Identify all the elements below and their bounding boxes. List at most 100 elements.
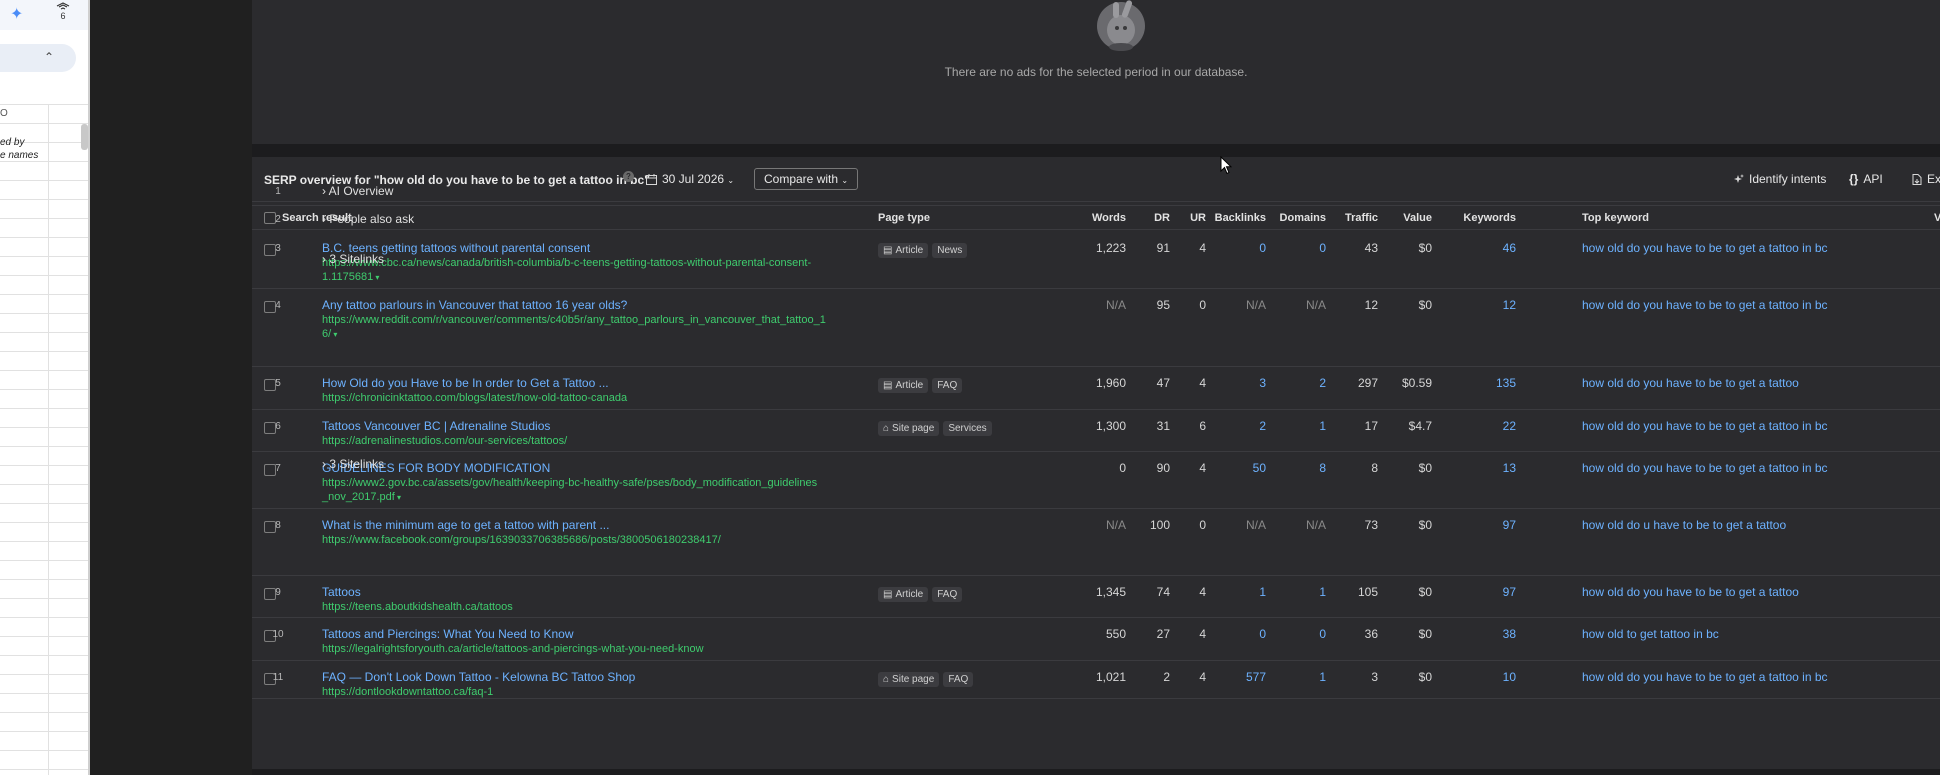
- domains-cell[interactable]: 1: [1266, 419, 1326, 433]
- extension-icon[interactable]: 6: [54, 2, 72, 21]
- traffic-cell: 43: [1364, 241, 1378, 255]
- column-header-volume[interactable]: V: [1934, 212, 1940, 224]
- result-title-link[interactable]: How Old do you Have to be In order to Ge…: [322, 376, 609, 390]
- result-url-link[interactable]: https://www2.gov.bc.ca/assets/gov/health…: [322, 476, 817, 490]
- column-header-keywords[interactable]: Keywords: [1456, 212, 1516, 224]
- result-title-link[interactable]: Tattoos and Piercings: What You Need to …: [322, 627, 574, 641]
- identify-intents-button[interactable]: Identify intents: [1733, 172, 1826, 186]
- top-keyword-link[interactable]: how old do you have to be to get a tatto…: [1582, 298, 1828, 312]
- column-header-backlinks[interactable]: Backlinks: [1206, 212, 1266, 224]
- top-keyword-link[interactable]: how old do u have to be to get a tattoo: [1582, 518, 1786, 532]
- result-url-link[interactable]: https://www.cbc.ca/news/canada/british-c…: [322, 256, 811, 270]
- backlinks-cell[interactable]: 1: [1206, 585, 1266, 599]
- traffic-cell: 105: [1357, 585, 1378, 599]
- chevron-up-icon[interactable]: ⌃: [44, 50, 54, 64]
- result-url-link[interactable]: https://www.reddit.com/r/vancouver/comme…: [322, 313, 826, 327]
- result-title-link[interactable]: Tattoos Vancouver BC | Adrenaline Studio…: [322, 419, 550, 433]
- keywords-cell[interactable]: 13: [1456, 461, 1516, 475]
- date-picker-button[interactable]: 30 Jul 2026 ⌄: [646, 172, 734, 186]
- scrollbar-thumb[interactable]: [81, 124, 88, 150]
- result-title-link[interactable]: What is the minimum age to get a tattoo …: [322, 518, 609, 532]
- backlinks-cell[interactable]: 0: [1206, 241, 1266, 255]
- serp-feature-ai-overview[interactable]: › AI Overview: [322, 184, 393, 198]
- spreadsheet-cell[interactable]: ed by e names: [0, 136, 38, 162]
- top-keyword-link[interactable]: how old do you have to be to get a tatto…: [1582, 461, 1828, 475]
- collapse-panel-bar[interactable]: [0, 44, 76, 72]
- domains-cell[interactable]: 1: [1266, 585, 1326, 599]
- row-position: 3: [275, 243, 281, 254]
- result-url-link[interactable]: https://chronicinktattoo.com/blogs/lates…: [322, 391, 627, 405]
- dropdown-caret-icon[interactable]: ▾: [395, 493, 401, 502]
- page-type-badge: ▤ Article: [878, 587, 929, 602]
- top-keyword-link[interactable]: how old to get tattoo in bc: [1582, 627, 1719, 641]
- keywords-cell[interactable]: 46: [1456, 241, 1516, 255]
- feature-label: People also ask: [329, 212, 415, 226]
- gemini-star-icon[interactable]: ✦: [10, 4, 23, 24]
- result-url-link[interactable]: https://www.facebook.com/groups/16390337…: [322, 533, 721, 547]
- chevron-down-icon: ⌄: [727, 176, 735, 185]
- sitelinks-label: 3 Sitelinks: [329, 252, 385, 266]
- domains-cell[interactable]: 0: [1266, 627, 1326, 641]
- dropdown-caret-icon[interactable]: ▾: [331, 330, 337, 339]
- column-header-ur[interactable]: UR: [1146, 212, 1206, 224]
- top-keyword-link[interactable]: how old do you have to be to get a tatto…: [1582, 419, 1828, 433]
- backlinks-cell[interactable]: 0: [1206, 627, 1266, 641]
- result-url-link[interactable]: https://legalrightsforyouth.ca/article/t…: [322, 642, 704, 656]
- article-icon: ▤: [883, 589, 893, 600]
- row-divider: [252, 409, 1940, 410]
- serp-feature-people-also-ask[interactable]: › People also ask: [322, 212, 414, 226]
- keywords-cell[interactable]: 22: [1456, 419, 1516, 433]
- keywords-cell[interactable]: 12: [1456, 298, 1516, 312]
- sitelinks-toggle[interactable]: › 3 Sitelinks: [322, 457, 384, 471]
- domains-cell[interactable]: 0: [1266, 241, 1326, 255]
- keywords-cell[interactable]: 10: [1456, 670, 1516, 684]
- result-url-link-continued[interactable]: 1.1175681 ▾: [322, 270, 379, 285]
- braces-icon: {}: [1849, 172, 1859, 186]
- export-button[interactable]: Ex: [1912, 172, 1940, 186]
- column-header-value[interactable]: Value: [1372, 212, 1432, 224]
- top-keyword-link[interactable]: how old do you have to be to get a tatto…: [1582, 585, 1799, 599]
- sitelinks-toggle[interactable]: › 3 Sitelinks: [322, 252, 384, 266]
- spreadsheet-grid[interactable]: [0, 104, 90, 775]
- badge-label: Services: [948, 423, 987, 434]
- result-url-link-continued[interactable]: _nov_2017.pdf ▾: [322, 490, 401, 505]
- result-url-link[interactable]: https://dontlookdowntattoo.ca/faq-1: [322, 685, 493, 699]
- column-header-o[interactable]: O: [0, 108, 8, 119]
- result-url-link[interactable]: https://teens.aboutkidshealth.ca/tattoos: [322, 600, 513, 614]
- domains-cell[interactable]: 2: [1266, 376, 1326, 390]
- cell-text-line-1: ed by: [0, 137, 25, 148]
- column-header-page-type[interactable]: Page type: [878, 212, 930, 224]
- result-title-link[interactable]: Tattoos: [322, 585, 361, 599]
- keywords-cell[interactable]: 135: [1456, 376, 1516, 390]
- keywords-cell[interactable]: 97: [1456, 518, 1516, 532]
- top-keyword-link[interactable]: how old do you have to be to get a tatto…: [1582, 376, 1799, 390]
- result-url-link-continued[interactable]: 6/ ▾: [322, 327, 337, 342]
- page-type-badge: News: [932, 243, 968, 258]
- column-header-domains[interactable]: Domains: [1266, 212, 1326, 224]
- top-keyword-link[interactable]: how old do you have to be to get a tatto…: [1582, 670, 1828, 684]
- help-icon[interactable]: ?: [623, 171, 634, 182]
- column-header-top-keyword[interactable]: Top keyword: [1582, 212, 1649, 224]
- result-title-link[interactable]: Any tattoo parlours in Vancouver that ta…: [322, 298, 627, 312]
- column-header-traffic[interactable]: Traffic: [1318, 212, 1378, 224]
- keywords-cell[interactable]: 97: [1456, 585, 1516, 599]
- result-url-link[interactable]: https://adrenalinestudios.com/our-servic…: [322, 434, 567, 448]
- domains-cell[interactable]: 1: [1266, 670, 1326, 684]
- url-text: 1.1175681: [322, 271, 374, 283]
- dropdown-caret-icon[interactable]: ▾: [373, 273, 379, 282]
- top-keyword-link[interactable]: how old do you have to be to get a tatto…: [1582, 241, 1828, 255]
- badge-label: Site page: [892, 423, 935, 434]
- backlinks-cell[interactable]: 577: [1206, 670, 1266, 684]
- export-label: Ex: [1927, 172, 1940, 186]
- backlinks-cell[interactable]: 50: [1206, 461, 1266, 475]
- backlinks-cell[interactable]: 2: [1206, 419, 1266, 433]
- api-button[interactable]: {} API: [1849, 172, 1883, 186]
- result-title-link[interactable]: FAQ — Don't Look Down Tattoo - Kelowna B…: [322, 670, 635, 684]
- keywords-cell[interactable]: 38: [1456, 627, 1516, 641]
- domains-cell[interactable]: 8: [1266, 461, 1326, 475]
- article-icon: ▤: [883, 380, 893, 391]
- compare-with-button[interactable]: Compare with ⌄: [754, 168, 859, 190]
- chevron-right-icon: ›: [322, 184, 329, 198]
- backlinks-cell[interactable]: 3: [1206, 376, 1266, 390]
- header-divider: [252, 205, 1940, 206]
